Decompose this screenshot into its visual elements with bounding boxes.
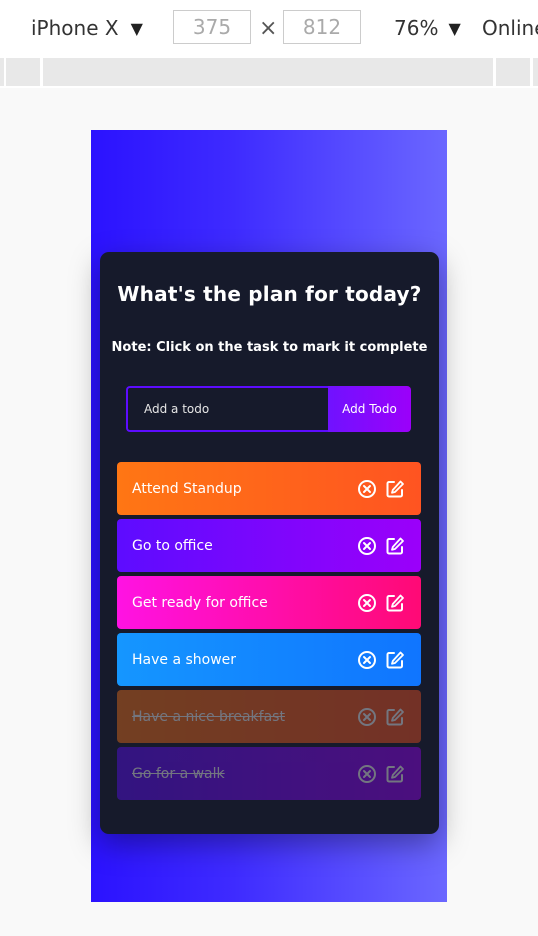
- close-circle-icon[interactable]: [357, 650, 377, 670]
- devtools-toolbar: iPhone X ▼ 375 × 812 76% ▼ Online: [0, 0, 538, 57]
- device-selector[interactable]: iPhone X ▼: [31, 16, 143, 40]
- chevron-down-icon: ▼: [130, 18, 143, 38]
- ruler-segment[interactable]: [0, 58, 4, 86]
- todo-text[interactable]: Go for a walk: [132, 766, 225, 782]
- todo-actions: [357, 747, 405, 800]
- edit-icon[interactable]: [385, 650, 405, 670]
- todo-text[interactable]: Go to office: [132, 538, 213, 554]
- chevron-down-icon: ▼: [448, 18, 461, 38]
- todo-list: Attend Standup Go to office Get ready for …: [117, 462, 421, 804]
- todo-item[interactable]: Go for a walk: [117, 747, 421, 800]
- todo-text[interactable]: Have a shower: [132, 652, 236, 668]
- close-circle-icon[interactable]: [357, 707, 377, 727]
- todo-input[interactable]: [126, 386, 328, 432]
- page-title: What's the plan for today?: [117, 282, 422, 306]
- add-todo-button[interactable]: Add Todo: [328, 386, 411, 432]
- todo-item[interactable]: Have a nice breakfast: [117, 690, 421, 743]
- ruler-segment[interactable]: [533, 58, 538, 86]
- todo-text[interactable]: Have a nice breakfast: [132, 709, 285, 725]
- todo-actions: [357, 462, 405, 515]
- todo-item[interactable]: Go to office: [117, 519, 421, 572]
- todo-actions: [357, 519, 405, 572]
- times-icon: ×: [259, 16, 278, 41]
- close-circle-icon[interactable]: [357, 593, 377, 613]
- todo-actions: [357, 576, 405, 629]
- close-circle-icon[interactable]: [357, 764, 377, 784]
- todo-item[interactable]: Get ready for office: [117, 576, 421, 629]
- edit-icon[interactable]: [385, 536, 405, 556]
- todo-text[interactable]: Get ready for office: [132, 595, 268, 611]
- close-circle-icon[interactable]: [357, 536, 377, 556]
- media-query-ruler: [0, 56, 538, 88]
- device-name: iPhone X: [31, 16, 119, 40]
- ruler-segment[interactable]: [6, 58, 40, 86]
- height-field[interactable]: 812: [283, 10, 361, 44]
- zoom-selector[interactable]: 76% ▼: [394, 16, 461, 40]
- network-throttle[interactable]: Online: [482, 16, 538, 40]
- zoom-value: 76%: [394, 16, 439, 40]
- ruler-segment[interactable]: [43, 58, 493, 86]
- todo-form: Add Todo: [126, 386, 411, 432]
- width-field[interactable]: 375: [173, 10, 251, 44]
- todo-item[interactable]: Attend Standup: [117, 462, 421, 515]
- todo-actions: [357, 633, 405, 686]
- todo-item[interactable]: Have a shower: [117, 633, 421, 686]
- edit-icon[interactable]: [385, 593, 405, 613]
- todo-text[interactable]: Attend Standup: [132, 481, 242, 497]
- edit-icon[interactable]: [385, 764, 405, 784]
- todo-actions: [357, 690, 405, 743]
- edit-icon[interactable]: [385, 479, 405, 499]
- edit-icon[interactable]: [385, 707, 405, 727]
- note-text: Note: Click on the task to mark it compl…: [111, 340, 428, 355]
- ruler-segment[interactable]: [496, 58, 530, 86]
- close-circle-icon[interactable]: [357, 479, 377, 499]
- todo-app: What's the plan for today? Note: Click o…: [100, 252, 439, 834]
